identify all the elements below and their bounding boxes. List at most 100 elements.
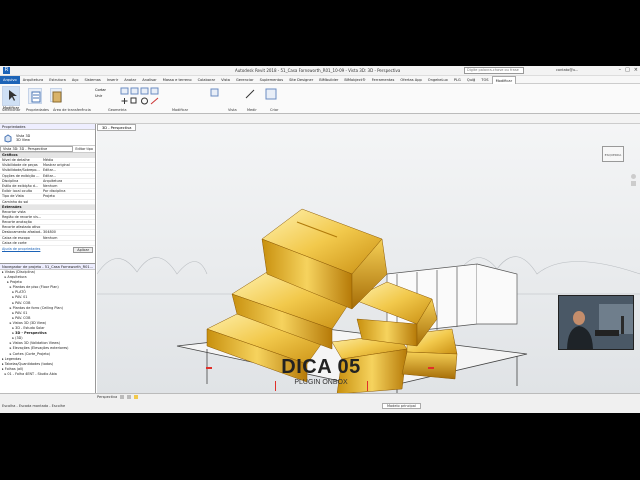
sun-path-icon[interactable] xyxy=(134,395,139,399)
view-tab[interactable]: 3D - Perspectiva xyxy=(97,124,137,131)
revit-logo-icon[interactable]: R xyxy=(3,67,10,74)
browser-item-label: Tabelas/Quantidades (todas) xyxy=(4,361,54,366)
property-value[interactable] xyxy=(42,240,95,245)
view-scale[interactable]: Perspectiva xyxy=(97,395,117,399)
browser-item-label: Cortes (Corte_Projeto) xyxy=(12,351,51,356)
edit-type-button[interactable]: Editar tipo xyxy=(73,147,95,151)
visual-style-icon[interactable] xyxy=(127,395,132,399)
browser-item-label: Vistas 3D (3D View) xyxy=(12,320,47,325)
ribbon-tab[interactable]: TOS xyxy=(478,76,491,84)
ribbon-tab[interactable]: Aço xyxy=(69,76,82,84)
type-sub: 3D View xyxy=(16,137,30,142)
split-icon[interactable] xyxy=(150,87,159,95)
modify-tools xyxy=(120,87,160,105)
ribbon-group-label: Criar xyxy=(270,108,279,112)
measure-icon[interactable] xyxy=(245,89,255,99)
ribbon-tab[interactable]: BIMbuilder xyxy=(316,76,341,84)
ribbon-tab[interactable]: OngekeLux xyxy=(425,76,451,84)
paste-button[interactable] xyxy=(50,88,62,103)
property-value[interactable]: Nenhum xyxy=(42,235,95,240)
ribbon-tab[interactable]: Modificar xyxy=(491,75,517,84)
view-cube[interactable]: ESQUERDA xyxy=(602,146,624,162)
apply-button[interactable]: Aplicar xyxy=(73,247,93,253)
join-label[interactable]: Unir xyxy=(95,94,102,98)
property-key: Região de recorte vis... xyxy=(2,214,42,219)
zoom-icon[interactable] xyxy=(631,181,636,186)
properties-button[interactable] xyxy=(28,88,42,104)
property-value[interactable]: Projeto xyxy=(42,194,95,199)
property-value[interactable] xyxy=(42,220,95,225)
ribbon-tab[interactable]: Analisar xyxy=(139,76,160,84)
overlay-title: DICA 05 xyxy=(281,356,361,378)
copy-icon[interactable] xyxy=(130,97,139,105)
active-workset[interactable]: Modelo principal xyxy=(382,403,421,409)
property-value[interactable]: Arquitetura xyxy=(42,178,95,183)
ribbon-tab[interactable]: Ferramentas xyxy=(369,76,398,84)
property-key: Recorte anotação xyxy=(2,220,32,225)
ribbon-tab[interactable]: Anotar xyxy=(121,76,139,84)
view-selector[interactable]: Vista 3D: 3D - Perspective xyxy=(0,146,74,152)
ribbon-tab[interactable]: Sistemas xyxy=(81,76,103,84)
clipboard-icon xyxy=(52,91,62,103)
ribbon-tab[interactable]: Gerenciar xyxy=(233,76,257,84)
ribbon-tab[interactable]: Massa e terreno xyxy=(160,76,195,84)
minimize-icon[interactable]: – xyxy=(619,67,622,73)
ribbon-tab[interactable]: Ofertas App xyxy=(397,76,424,84)
ribbon-tab[interactable]: Quiğ xyxy=(464,76,478,84)
property-value[interactable] xyxy=(42,199,95,204)
detail-level-icon[interactable] xyxy=(120,395,125,399)
ribbon-tab[interactable]: Arquivo xyxy=(0,75,20,84)
maximize-icon[interactable]: □ xyxy=(625,67,630,73)
modify-tool-button[interactable]: Modificar xyxy=(2,86,20,110)
property-key: Visibilidade/Sobrepo... xyxy=(2,168,40,173)
ribbon-tab[interactable]: PLG xyxy=(451,76,464,84)
ribbon-tab[interactable]: Vista xyxy=(218,76,233,84)
search-input[interactable]: Digite palavra-chave ou frase xyxy=(464,67,524,74)
property-value[interactable]: Editar... xyxy=(42,168,95,173)
property-key: Disciplina xyxy=(2,178,19,183)
move-icon[interactable] xyxy=(120,97,129,105)
webcam-overlay xyxy=(558,295,634,350)
trim-icon[interactable] xyxy=(150,97,159,105)
create-group-icon[interactable] xyxy=(265,88,277,100)
property-key: Caixa de escopo xyxy=(2,235,30,240)
ribbon-panel: Modificar Cortar Unir Selecionar Proprie… xyxy=(0,84,640,114)
browser-item-label: Folhas (all) xyxy=(4,366,24,371)
property-value[interactable] xyxy=(42,225,95,230)
property-value[interactable] xyxy=(42,209,95,214)
red-accent-right xyxy=(428,367,434,369)
mirror-icon[interactable] xyxy=(140,87,149,95)
ribbon-tab[interactable]: Colaborar xyxy=(195,76,219,84)
align-icon[interactable] xyxy=(120,87,129,95)
close-icon[interactable]: × xyxy=(634,67,638,73)
ribbon-tab[interactable]: Suplementos xyxy=(257,76,287,84)
property-value[interactable]: Médio xyxy=(42,158,95,163)
3d-viewport[interactable]: ESQUERDA xyxy=(97,124,640,393)
property-value[interactable]: Por disciplina xyxy=(42,189,95,194)
property-value[interactable]: Mostrar original xyxy=(42,163,95,168)
ribbon-tab[interactable]: Arquitetura xyxy=(20,76,46,84)
options-bar xyxy=(0,114,640,124)
ribbon-group-label: Vista xyxy=(228,108,237,112)
ribbon-tab[interactable]: BIMobject® xyxy=(341,76,368,84)
property-value[interactable]: Nenhum xyxy=(42,183,95,189)
properties-icon xyxy=(31,91,41,103)
property-value[interactable]: 304800 xyxy=(42,230,95,235)
cut-label[interactable]: Cortar xyxy=(95,88,106,92)
user-account[interactable]: contato@u... xyxy=(556,68,578,72)
property-value[interactable]: Editar... xyxy=(42,173,95,178)
ribbon-group-label: Medir xyxy=(247,108,257,112)
navigation-bar xyxy=(631,174,636,214)
rotate-icon[interactable] xyxy=(140,97,149,105)
browser-item[interactable]: ▸ 01 - Folha 4ENT - Studio Abia xyxy=(2,372,95,377)
ribbon-tab[interactable]: Site Designer xyxy=(286,76,316,84)
view-icon[interactable] xyxy=(210,88,219,97)
ribbon-tab[interactable]: Inserir xyxy=(104,76,121,84)
3d-scene xyxy=(97,124,640,393)
ribbon-tab[interactable]: Estrutura xyxy=(46,76,69,84)
properties-help-link[interactable]: Ajuda de propriedades xyxy=(2,247,40,253)
steering-wheel-icon[interactable] xyxy=(631,174,636,179)
offset-icon[interactable] xyxy=(130,87,139,95)
property-value[interactable] xyxy=(42,214,95,220)
browser-item-label: Elevações (Elevações exteriores) xyxy=(12,346,69,351)
